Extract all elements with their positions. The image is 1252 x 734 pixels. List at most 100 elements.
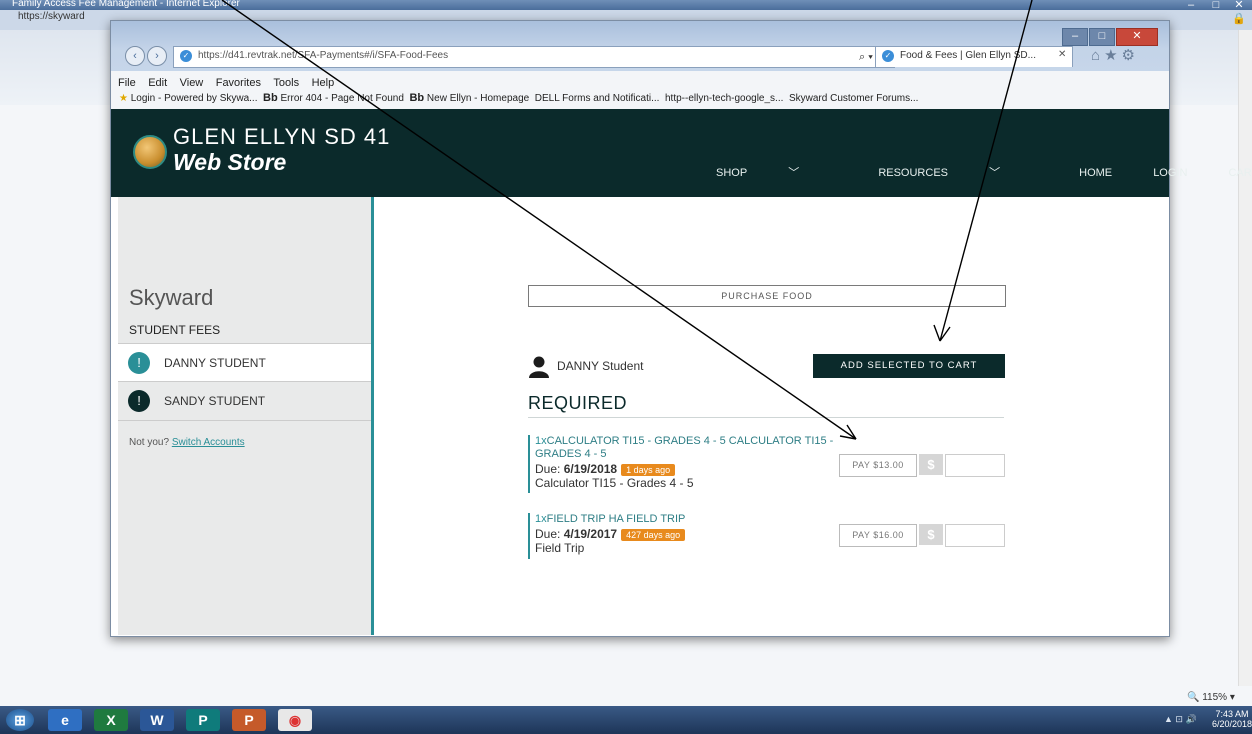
chrome-icon[interactable]: ◉ xyxy=(278,709,312,731)
favorite-link[interactable]: http--ellyn-tech-google_s... xyxy=(665,93,783,104)
nav-home[interactable]: HOME xyxy=(1079,167,1112,179)
dollar-icon: $ xyxy=(919,454,943,475)
home-icon[interactable]: ⌂ xyxy=(1091,47,1104,64)
nav-shop[interactable]: SHOP ﹀ xyxy=(716,167,837,179)
overdue-badge: 1 days ago xyxy=(621,464,676,476)
sidebar-title: Skyward xyxy=(129,285,214,310)
amount-input[interactable] xyxy=(945,524,1005,547)
maximize-button[interactable]: □ xyxy=(1089,28,1115,46)
pay-button[interactable]: PAY $16.00 xyxy=(839,524,917,547)
tab-favicon-icon: ✓ xyxy=(882,50,894,62)
bb-icon: Bb xyxy=(409,92,425,104)
amount-input[interactable] xyxy=(945,454,1005,477)
system-tray-icons[interactable]: ▲ ⊡ 🔊 xyxy=(1164,714,1197,725)
fee-due: Due: 6/19/2018 1 days ago xyxy=(535,462,835,476)
sidebar-student-sandy[interactable]: ! SANDY STUDENT xyxy=(118,381,371,421)
not-you-label: Not you? xyxy=(129,437,170,448)
nav-resources[interactable]: RESOURCES ﹀ xyxy=(878,167,1038,179)
nav-login[interactable]: LOGIN xyxy=(1153,167,1187,179)
browser-tab[interactable]: ✓ Food & Fees | Glen Ellyn SD... ✕ xyxy=(875,46,1073,67)
switch-accounts-link[interactable]: Switch Accounts xyxy=(172,437,245,448)
clock-time: 7:43 AM xyxy=(1215,709,1249,719)
due-label: Due: xyxy=(535,527,561,541)
selected-student-name: DANNY Student xyxy=(557,359,644,373)
powerpoint-icon[interactable]: P xyxy=(232,709,266,731)
sidebar-student-danny[interactable]: ! DANNY STUDENT xyxy=(118,343,371,382)
pay-button[interactable]: PAY $13.00 xyxy=(839,454,917,477)
menu-help[interactable]: Help xyxy=(312,77,335,89)
outer-window-title: Family Access Fee Management - Internet … xyxy=(12,0,240,9)
add-selected-to-cart-button[interactable]: ADD SELECTED TO CART xyxy=(813,354,1005,378)
fee-qty: 1x xyxy=(535,513,547,525)
close-button[interactable]: ✕ xyxy=(1116,28,1158,46)
fee-qty: 1x xyxy=(535,435,547,447)
tab-title: Food & Fees | Glen Ellyn SD... xyxy=(900,50,1036,61)
favorite-link[interactable]: Skyward Customer Forums... xyxy=(789,93,918,104)
outer-vertical-scrollbar[interactable] xyxy=(1238,30,1252,686)
outer-url-text[interactable]: https://skyward xyxy=(18,11,85,22)
fee-title: 1xFIELD TRIP HA FIELD TRIP xyxy=(535,513,835,526)
overdue-badge: 427 days ago xyxy=(621,529,686,541)
zoom-icon: 🔍 xyxy=(1187,692,1200,703)
alert-icon: ! xyxy=(128,352,150,374)
fee-title-text: FIELD TRIP HA FIELD TRIP xyxy=(546,513,686,525)
menu-favorites[interactable]: Favorites xyxy=(216,77,261,89)
district-logo-icon[interactable] xyxy=(133,135,167,169)
menu-file[interactable]: File xyxy=(118,77,136,89)
chevron-down-icon: ﹀ xyxy=(788,167,800,179)
fee-title-text: CALCULATOR TI15 - GRADES 4 - 5 CALCULATO… xyxy=(535,435,834,460)
clock[interactable]: 7:43 AM 6/20/2018 xyxy=(1212,709,1252,729)
taskbar: ⊞ e X W P P ◉ ▲ ⊡ 🔊 7:43 AM 6/20/2018 xyxy=(0,706,1252,734)
fee-description: Field Trip xyxy=(535,541,585,555)
divider xyxy=(528,417,1004,418)
menu-bar: File Edit View Favorites Tools Help xyxy=(111,71,1169,89)
logo-title[interactable]: GLEN ELLYN SD 41 xyxy=(173,124,390,150)
nav-shop-label: SHOP xyxy=(716,167,748,179)
address-bar[interactable]: ✓ https://d41.revtrak.net/SFA-Payments#/… xyxy=(173,46,902,68)
favorites-star-icon[interactable]: ★ xyxy=(1104,47,1121,64)
address-url[interactable]: https://d41.revtrak.net/SFA-Payments#/i/… xyxy=(198,50,448,61)
favorite-link[interactable]: Login - Powered by Skywa... xyxy=(131,93,258,104)
not-you-text: Not you? Switch Accounts xyxy=(129,437,245,448)
gear-icon[interactable]: ⚙ xyxy=(1122,47,1139,64)
fee-description: Calculator TI15 - Grades 4 - 5 xyxy=(535,476,694,490)
logo-subtitle[interactable]: Web Store xyxy=(173,149,286,176)
menu-view[interactable]: View xyxy=(180,77,204,89)
due-label: Due: xyxy=(535,462,561,476)
excel-icon[interactable]: X xyxy=(94,709,128,731)
due-date: 6/19/2018 xyxy=(563,462,618,476)
minimize-button[interactable]: – xyxy=(1062,28,1088,46)
zoom-level[interactable]: 🔍 115% ▾ xyxy=(1187,692,1235,703)
alert-icon: ! xyxy=(128,390,150,412)
inner-browser-window: – □ ✕ ‹ › ✓ https://d41.revtrak.net/SFA-Pay… xyxy=(110,20,1252,637)
favorite-link[interactable]: New Ellyn - Homepage xyxy=(427,93,529,104)
internet-explorer-icon[interactable]: e xyxy=(48,709,82,731)
site-favicon-icon: ✓ xyxy=(180,50,192,62)
forward-icon[interactable]: › xyxy=(147,46,167,66)
lock-icon: 🔒 xyxy=(1232,13,1246,25)
nav-cart[interactable]: CART xyxy=(1228,167,1252,179)
favorites-bar: ★ Login - Powered by Skywa... Bb Error 4… xyxy=(111,89,1169,110)
student-name: DANNY STUDENT xyxy=(164,356,266,370)
fee-due: Due: 4/19/2017 427 days ago xyxy=(535,527,835,541)
menu-edit[interactable]: Edit xyxy=(148,77,167,89)
fee-item: 1xCALCULATOR TI15 - GRADES 4 - 5 CALCULA… xyxy=(528,435,835,493)
required-heading: REQUIRED xyxy=(528,393,628,413)
window-controls: – □ ✕ xyxy=(1061,26,1158,46)
tab-close-icon[interactable]: ✕ xyxy=(1058,49,1066,60)
student-name: SANDY STUDENT xyxy=(164,394,266,408)
purchase-food-button[interactable]: PURCHASE FOOD xyxy=(528,285,1006,307)
dollar-icon: $ xyxy=(919,524,943,545)
person-icon xyxy=(529,356,549,378)
publisher-icon[interactable]: P xyxy=(186,709,220,731)
fee-item: 1xFIELD TRIP HA FIELD TRIP Due: 4/19/201… xyxy=(528,513,835,559)
back-icon[interactable]: ‹ xyxy=(125,46,145,66)
favorites-star-icon: ★ xyxy=(119,93,128,104)
word-icon[interactable]: W xyxy=(140,709,174,731)
favorite-link[interactable]: Error 404 - Page Not Found xyxy=(281,93,404,104)
start-icon[interactable]: ⊞ xyxy=(6,709,34,731)
chevron-down-icon: ﹀ xyxy=(989,167,1001,179)
inner-title-bar xyxy=(111,21,1169,49)
menu-tools[interactable]: Tools xyxy=(273,77,299,89)
favorite-link[interactable]: DELL Forms and Notificati... xyxy=(535,93,660,104)
